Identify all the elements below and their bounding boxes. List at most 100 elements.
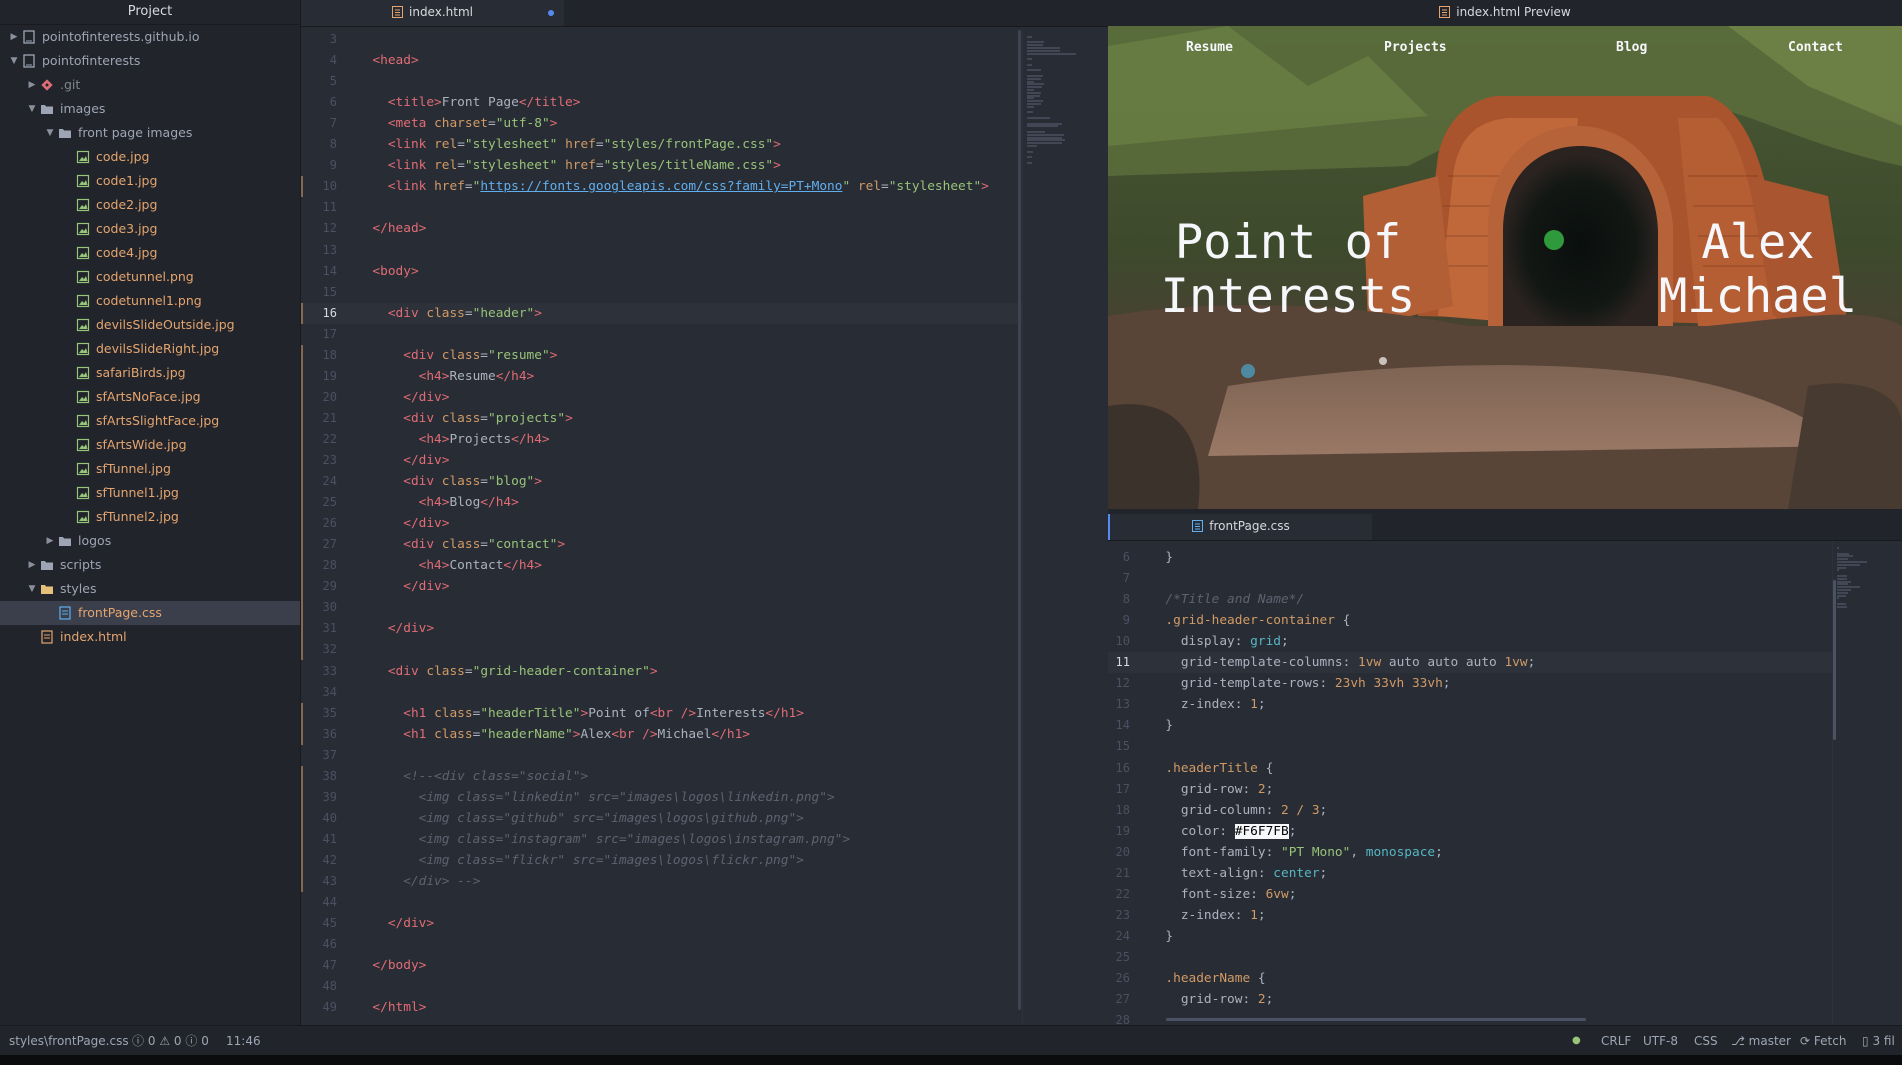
code-line[interactable]: 6 <title>Front Page</title> (301, 92, 1107, 113)
code-line[interactable]: 43 </div> --> (301, 871, 1107, 892)
status-diagnostics[interactable]: ⓘ 0 ⚠ 0 ⓘ 0 (132, 1026, 209, 1056)
chevron-right-icon[interactable]: ▶ (26, 73, 38, 97)
tree-item[interactable]: index.html (0, 625, 300, 649)
tree-item[interactable]: sfTunnel.jpg (0, 457, 300, 481)
code-line[interactable]: 22 <h4>Projects</h4> (301, 428, 1107, 450)
code-line[interactable]: 49 </html> (301, 997, 1107, 1018)
status-encoding[interactable]: UTF-8 (1643, 1026, 1678, 1056)
code-line[interactable]: 11 grid-template-columns: 1vw auto auto … (1108, 652, 1902, 674)
code-line[interactable]: 8 /*Title and Name*/ (1108, 589, 1902, 610)
code-line[interactable]: 17 grid-row: 2; (1108, 779, 1902, 800)
tree-item[interactable]: sfArtsSlightFace.jpg (0, 409, 300, 433)
code-line[interactable]: 17 (301, 324, 1107, 345)
tree-item[interactable]: sfTunnel1.jpg (0, 481, 300, 505)
status-file-path[interactable]: styles\frontPage.css (9, 1026, 129, 1056)
code-line[interactable]: 38 <!--<div class="social"> (301, 765, 1107, 787)
status-cursor-position[interactable]: 11:46 (226, 1026, 261, 1056)
code-line[interactable]: 5 (301, 71, 1107, 92)
code-line[interactable]: 45 </div> (301, 913, 1107, 934)
status-branch[interactable]: ⎇ master (1731, 1026, 1791, 1056)
code-line[interactable]: 21 <div class="projects"> (301, 407, 1107, 429)
code-line[interactable]: 7 <meta charset="utf-8"> (301, 113, 1107, 134)
code-line[interactable]: 26 </div> (301, 513, 1107, 535)
code-line[interactable]: 21 text-align: center; (1108, 863, 1902, 884)
code-line[interactable]: 8 <link rel="stylesheet" href="styles/fr… (301, 134, 1107, 155)
css-editor[interactable]: 6 } 7 8 /*Title and Name*/9 .grid-header-c… (1108, 541, 1902, 1025)
tree-item[interactable]: safariBirds.jpg (0, 361, 300, 385)
css-vertical-scrollbar[interactable] (1833, 580, 1836, 740)
nav-contact[interactable]: Contact (1788, 40, 1843, 55)
code-line[interactable]: 35 <h1 class="headerTitle">Point of<br /… (301, 702, 1107, 724)
tree-item[interactable]: sfArtsWide.jpg (0, 433, 300, 457)
code-line[interactable]: 22 font-size: 6vw; (1108, 884, 1902, 905)
tree-item[interactable]: code4.jpg (0, 241, 300, 265)
tree-item[interactable]: ▼ images (0, 97, 300, 121)
code-line[interactable]: 25 <h4>Blog</h4> (301, 492, 1107, 514)
code-line[interactable]: 19 color: #F6F7FB; (1108, 821, 1902, 842)
tree-item[interactable]: frontPage.css (0, 601, 300, 625)
code-line[interactable]: 7 (1108, 568, 1902, 589)
code-line[interactable]: 23 </div> (301, 450, 1107, 471)
code-line[interactable]: 27 <div class="contact"> (301, 534, 1107, 556)
code-line[interactable]: 20 font-family: "PT Mono", monospace; (1108, 842, 1902, 863)
code-line[interactable]: 23 z-index: 1; (1108, 905, 1902, 926)
code-line[interactable]: 12 grid-template-rows: 23vh 33vh 33vh; (1108, 673, 1902, 694)
chevron-right-icon[interactable]: ▶ (26, 553, 38, 577)
status-fetch[interactable]: ⟳ Fetch (1800, 1026, 1846, 1056)
chevron-down-icon[interactable]: ▼ (26, 97, 38, 121)
code-line[interactable]: 33 <div class="grid-header-container"> (301, 661, 1107, 682)
status-grammar[interactable]: CSS (1694, 1026, 1718, 1056)
css-horizontal-scrollbar[interactable] (1166, 1018, 1586, 1021)
css-minimap[interactable] (1832, 541, 1902, 1025)
tree-item[interactable]: ▶ pointofinterests.github.io (0, 25, 300, 49)
code-line[interactable]: 30 (301, 597, 1107, 619)
code-line[interactable]: 15 (1108, 736, 1902, 757)
code-line[interactable]: 39 <img class="linkedin" src="images\log… (301, 786, 1107, 808)
code-line[interactable]: 14 <body> (301, 261, 1107, 282)
code-line[interactable]: 18 grid-column: 2 / 3; (1108, 800, 1902, 821)
code-line[interactable]: 13 z-index: 1; (1108, 694, 1902, 715)
status-files[interactable]: ▯ 3 fil (1862, 1026, 1895, 1056)
code-line[interactable]: 32 (301, 639, 1107, 661)
code-line[interactable]: 34 (301, 682, 1107, 703)
tree-item[interactable]: code.jpg (0, 145, 300, 169)
code-line[interactable]: 10 display: grid; (1108, 631, 1902, 652)
nav-blog[interactable]: Blog (1616, 40, 1647, 55)
code-line[interactable]: 48 (301, 976, 1107, 997)
code-line[interactable]: 3 (301, 29, 1107, 50)
code-line[interactable]: 24 <div class="blog"> (301, 471, 1107, 493)
code-line[interactable]: 40 <img class="github" src="images\logos… (301, 807, 1107, 829)
code-line[interactable]: 36 <h1 class="headerName">Alex<br />Mich… (301, 723, 1107, 745)
chevron-down-icon[interactable]: ▼ (8, 49, 20, 73)
code-line[interactable]: 9 <link rel="stylesheet" href="styles/ti… (301, 155, 1107, 176)
code-line[interactable]: 19 <h4>Resume</h4> (301, 365, 1107, 387)
code-line[interactable]: 31 </div> (301, 618, 1107, 640)
code-line[interactable]: 26 .headerName { (1108, 968, 1902, 989)
tab-frontpage-css[interactable]: frontPage.css (1108, 514, 1372, 540)
tree-item[interactable]: devilsSlideOutside.jpg (0, 313, 300, 337)
tree-item[interactable]: devilsSlideRight.jpg (0, 337, 300, 361)
html-minimap[interactable] (1022, 27, 1108, 1025)
tree-item[interactable]: ▶ logos (0, 529, 300, 553)
code-line[interactable]: 15 (301, 282, 1107, 303)
tree-item[interactable]: codetunnel1.png (0, 289, 300, 313)
code-line[interactable]: 29 </div> (301, 576, 1107, 598)
code-line[interactable]: 28 <h4>Contact</h4> (301, 555, 1107, 577)
code-line[interactable]: 12 </head> (301, 218, 1107, 239)
code-line[interactable]: 9 .grid-header-container { (1108, 610, 1902, 631)
nav-resume[interactable]: Resume (1186, 40, 1233, 55)
code-line[interactable]: 10 <link href="https://fonts.googleapis.… (301, 176, 1107, 198)
tree-item[interactable]: sfTunnel2.jpg (0, 505, 300, 529)
html-scrollbar[interactable] (1018, 30, 1021, 1010)
code-line[interactable]: 16 .headerTitle { (1108, 758, 1902, 779)
code-line[interactable]: 13 (301, 240, 1107, 261)
tree-item[interactable]: ▶ .git (0, 73, 300, 97)
code-line[interactable]: 27 grid-row: 2; (1108, 989, 1902, 1010)
code-line[interactable]: 16 <div class="header"> (301, 302, 1107, 324)
code-line[interactable]: 25 (1108, 947, 1902, 968)
code-line[interactable]: 41 <img class="instagram" src="images\lo… (301, 828, 1107, 850)
code-line[interactable]: 47 </body> (301, 955, 1107, 976)
chevron-down-icon[interactable]: ▼ (44, 121, 56, 145)
chevron-right-icon[interactable]: ▶ (44, 529, 56, 553)
code-line[interactable]: 24 } (1108, 926, 1902, 947)
